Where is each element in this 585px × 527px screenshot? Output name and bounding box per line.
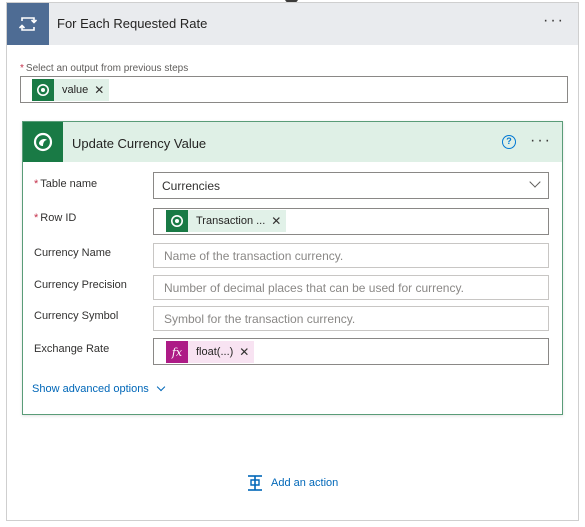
row-id-field[interactable]: Transaction ... ✕ xyxy=(153,208,549,235)
required-marker: * xyxy=(20,63,24,74)
apply-to-each-container: For Each Requested Rate ··· * Select an o… xyxy=(6,2,579,521)
select-output-label-text: Select an output from previous steps xyxy=(25,63,189,74)
float-token-label: float(...) xyxy=(196,346,234,358)
table-name-label: * Table name xyxy=(34,178,97,190)
chevron-down-icon xyxy=(529,176,541,188)
loop-header[interactable]: For Each Requested Rate ··· xyxy=(7,3,578,45)
currency-symbol-placeholder: Symbol for the transaction currency. xyxy=(164,312,356,326)
add-an-action-button[interactable]: Add an action xyxy=(246,474,338,492)
currency-precision-input[interactable]: Number of decimal places that can be use… xyxy=(153,275,549,300)
select-output-field[interactable]: value ✕ xyxy=(20,76,568,103)
currency-name-placeholder: Name of the transaction currency. xyxy=(164,249,344,263)
transaction-token[interactable]: Transaction ... ✕ xyxy=(166,210,287,232)
show-advanced-options-link[interactable]: Show advanced options xyxy=(32,382,166,395)
currency-symbol-label: Currency Symbol xyxy=(34,310,119,322)
required-marker: * xyxy=(34,212,39,224)
action-title[interactable]: Update Currency Value xyxy=(72,136,206,151)
remove-token-icon[interactable]: ✕ xyxy=(239,345,254,359)
show-advanced-options-label: Show advanced options xyxy=(32,383,149,395)
loop-more-options-button[interactable]: ··· xyxy=(543,13,565,29)
remove-token-icon[interactable]: ✕ xyxy=(94,83,109,97)
currency-precision-placeholder: Number of decimal places that can be use… xyxy=(164,281,464,295)
currency-name-label: Currency Name xyxy=(34,247,112,259)
action-more-options-button[interactable]: ··· xyxy=(530,133,552,149)
table-name-value: Currencies xyxy=(162,179,221,193)
table-name-dropdown[interactable]: Currencies xyxy=(153,172,549,199)
dataverse-icon xyxy=(23,122,63,162)
loop-icon xyxy=(7,3,49,45)
value-token-label: value xyxy=(62,84,89,96)
action-header[interactable]: Update Currency Value ? ··· xyxy=(23,122,562,162)
float-expression-token[interactable]: fx float(...) ✕ xyxy=(166,341,255,363)
required-marker: * xyxy=(34,178,39,190)
loop-title[interactable]: For Each Requested Rate xyxy=(57,16,207,31)
value-token[interactable]: value ✕ xyxy=(32,79,110,101)
help-icon[interactable]: ? xyxy=(502,135,516,149)
currency-precision-label: Currency Precision xyxy=(34,279,127,291)
add-action-icon xyxy=(248,475,262,491)
chevron-down-icon xyxy=(156,382,166,392)
expression-icon: fx xyxy=(166,341,188,363)
row-id-label-text: Row ID xyxy=(40,212,77,224)
currency-name-input[interactable]: Name of the transaction currency. xyxy=(153,243,549,268)
transaction-token-label: Transaction ... xyxy=(196,215,266,227)
exchange-rate-label: Exchange Rate xyxy=(34,343,110,355)
table-name-label-text: Table name xyxy=(40,178,98,190)
dataverse-icon xyxy=(32,79,54,101)
row-id-label: * Row ID xyxy=(34,212,76,224)
dataverse-icon xyxy=(166,210,188,232)
add-an-action-label: Add an action xyxy=(271,477,339,489)
exchange-rate-field[interactable]: fx float(...) ✕ xyxy=(153,338,549,365)
update-currency-action-card: Update Currency Value ? ··· * Table name … xyxy=(22,121,563,415)
currency-symbol-input[interactable]: Symbol for the transaction currency. xyxy=(153,306,549,331)
remove-token-icon[interactable]: ✕ xyxy=(271,214,286,228)
select-output-label: * Select an output from previous steps xyxy=(20,63,188,74)
